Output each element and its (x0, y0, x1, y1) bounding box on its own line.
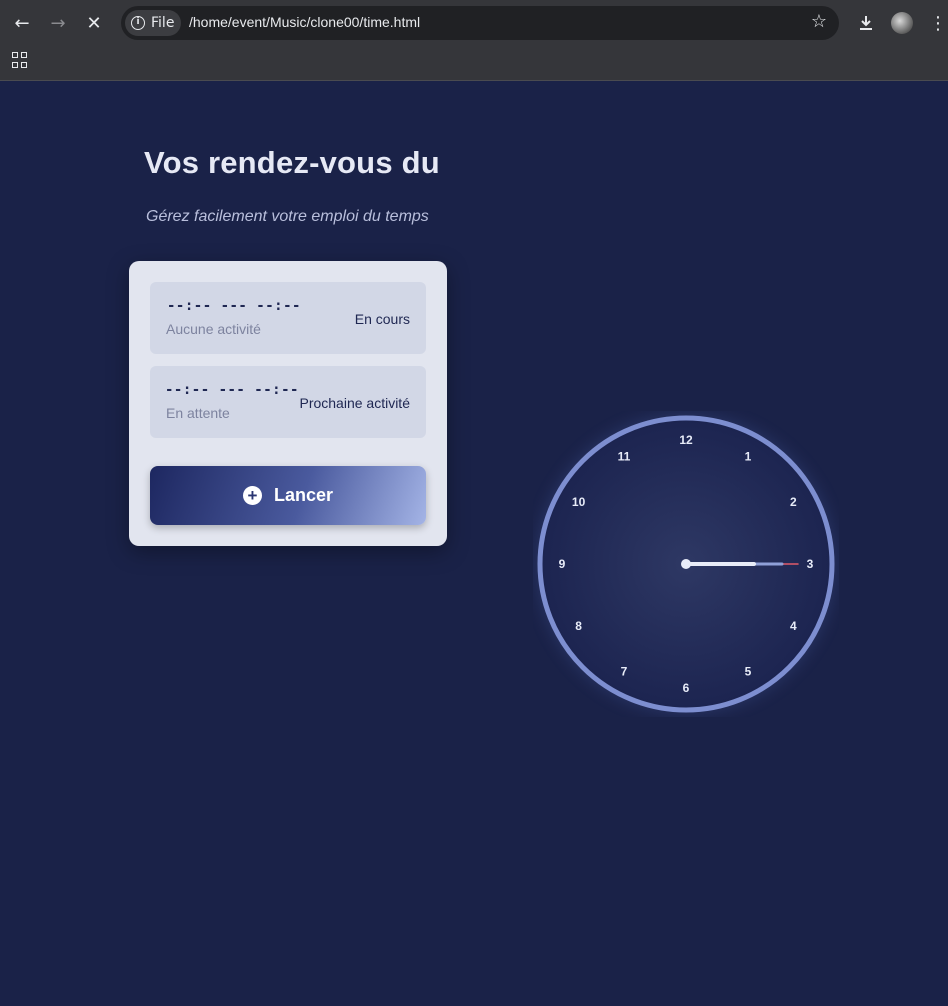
download-icon[interactable] (851, 8, 881, 38)
current-status: Aucune activité (166, 321, 261, 337)
current-time-range: --:-- --- --:-- (167, 298, 301, 314)
plus-circle-icon: + (242, 486, 262, 505)
back-arrow-icon[interactable]: ← (7, 8, 37, 38)
launch-button-label: Lancer (273, 485, 334, 505)
bookmarks-bar (0, 46, 948, 81)
clock-number-12: 12 (679, 433, 693, 447)
page-title: Vos rendez-vous du (144, 145, 440, 180)
page-subtitle: Gérez facilement votre emploi du temps (146, 208, 429, 225)
info-icon: i (131, 16, 145, 30)
clock-number-5: 5 (745, 664, 752, 678)
forward-arrow-icon[interactable]: → (43, 8, 73, 38)
clock-number-3: 3 (807, 557, 814, 571)
clock-number-11: 11 (618, 450, 631, 464)
launch-button[interactable]: + Lancer (150, 466, 426, 525)
apps-grid-icon[interactable] (12, 52, 28, 68)
site-chip-label: File (151, 15, 175, 31)
analog-clock: 121234567891011 (537, 415, 835, 713)
clock-number-4: 4 (790, 619, 797, 633)
clock-number-1: 1 (745, 450, 752, 464)
address-bar[interactable]: i File /home/event/Music/clone00/time.ht… (121, 6, 839, 40)
bookmark-star-icon[interactable]: ☆ (811, 11, 827, 32)
clock-number-10: 10 (572, 495, 586, 509)
menu-kebab-icon[interactable]: ⋮ (923, 8, 948, 38)
schedule-card: --:-- --- --:-- Aucune activité En cours… (129, 261, 447, 546)
current-tag: En cours (354, 311, 410, 327)
clock-center-dot (681, 559, 691, 569)
clock-number-8: 8 (575, 619, 582, 633)
next-activity-row: --:-- --- --:-- En attente Prochaine act… (150, 366, 426, 438)
next-time-range: --:-- --- --:-- (165, 382, 299, 398)
clock-number-2: 2 (790, 495, 797, 509)
clock-number-9: 9 (559, 557, 566, 571)
next-status: En attente (166, 405, 230, 421)
url-text[interactable]: /home/event/Music/clone00/time.html (189, 14, 420, 30)
profile-avatar[interactable] (891, 12, 913, 34)
clock-number-7: 7 (621, 664, 628, 678)
stop-loading-icon[interactable]: ✕ (79, 8, 109, 38)
next-tag: Prochaine activité (299, 395, 410, 411)
current-activity-row: --:-- --- --:-- Aucune activité En cours (150, 282, 426, 354)
site-info-chip[interactable]: i File (125, 10, 181, 36)
clock-number-6: 6 (683, 681, 690, 695)
